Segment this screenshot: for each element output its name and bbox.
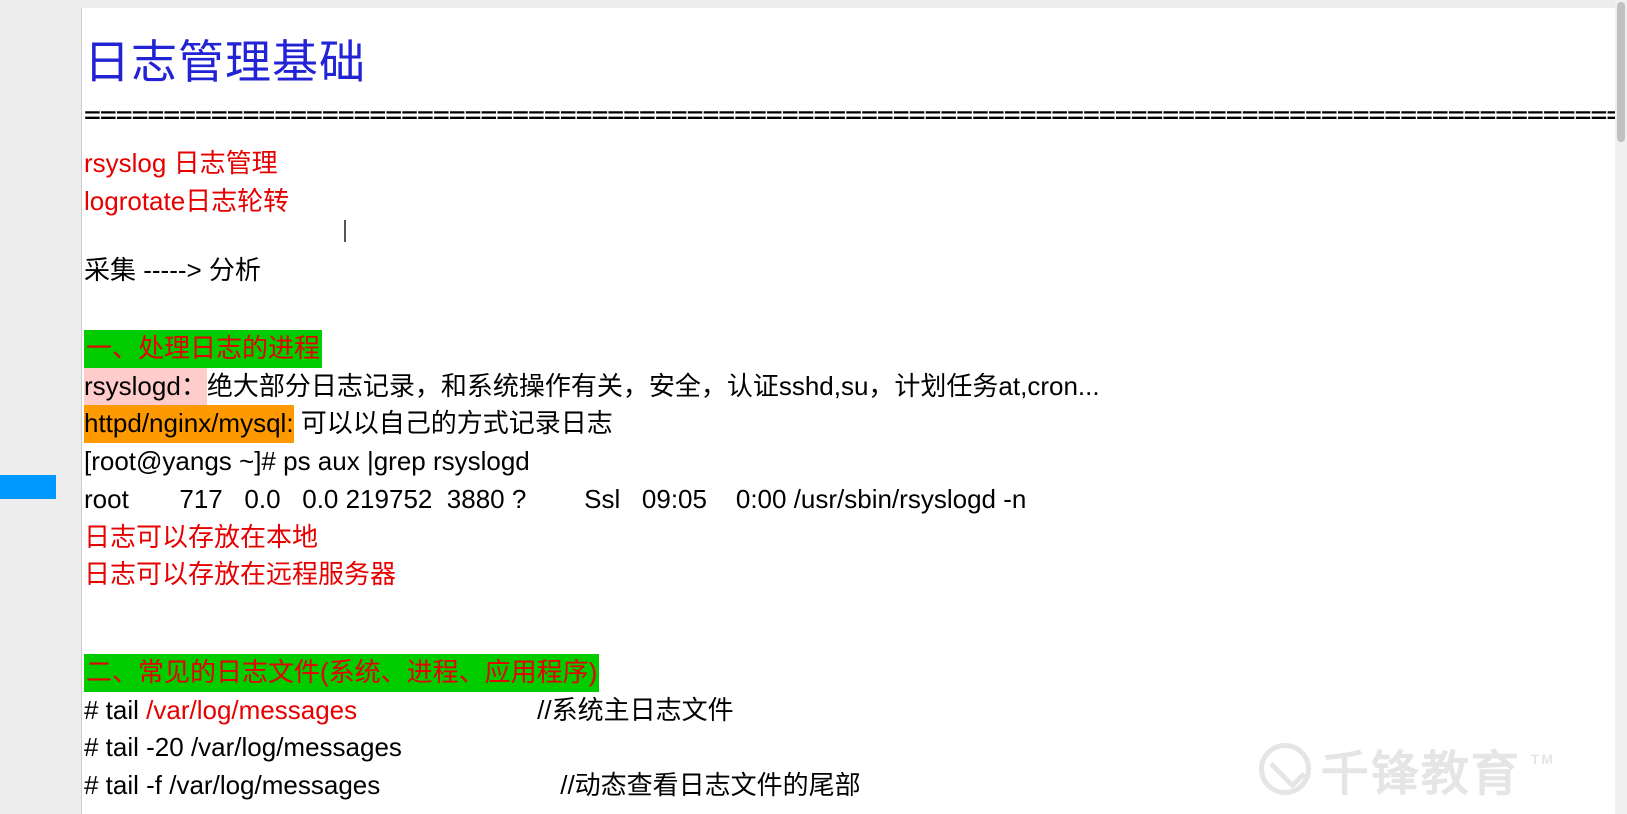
note-line-2: 日志可以存放在远程服务器: [84, 556, 1615, 594]
section-2-heading: 二、常见的日志文件(系统、进程、应用程序): [84, 654, 599, 692]
text-cursor-icon: [344, 220, 346, 242]
watermark: 千锋教育 TM: [1259, 734, 1555, 804]
cmd-line-2: root 717 0.0 0.0 219752 3880 ? Ssl 09:05…: [84, 481, 1615, 519]
intro-line-2: logrotate日志轮转: [84, 183, 1615, 221]
watermark-logo-icon: [1259, 743, 1311, 795]
document-page[interactable]: 日志管理基础 =================================…: [81, 8, 1615, 814]
document-wrapper: 日志管理基础 =================================…: [56, 0, 1615, 814]
watermark-tm: TM: [1531, 751, 1555, 767]
divider-line: ========================================…: [84, 98, 1615, 131]
scrollbar-thumb[interactable]: [1617, 2, 1625, 142]
watermark-text: 千锋教育: [1321, 734, 1521, 804]
tail1-prefix: # tail: [84, 695, 146, 725]
tail1-comment: //系统主日志文件: [537, 692, 733, 730]
intro-line-1: rsyslog 日志管理: [84, 145, 1615, 183]
tail-row-1: # tail /var/log/messages //系统主日志文件: [84, 692, 1615, 730]
rsyslogd-line: rsyslogd：绝大部分日志记录，和系统操作有关，安全，认证sshd,su，计…: [84, 368, 1615, 406]
tail3-comment: //动态查看日志文件的尾部: [560, 767, 860, 805]
rsyslogd-label: rsyslogd：: [84, 368, 207, 406]
cmd-line-1: [root@yangs ~]# ps aux |grep rsyslogd: [84, 443, 1615, 481]
document-content: 日志管理基础 =================================…: [82, 26, 1615, 805]
tail1-path: /var/log/messages: [146, 695, 357, 725]
httpd-desc: 可以以自己的方式记录日志: [294, 408, 613, 438]
section-1: 一、处理日志的进程: [84, 330, 1615, 368]
page-title: 日志管理基础: [84, 26, 1615, 92]
section-2: 二、常见的日志文件(系统、进程、应用程序): [84, 654, 1615, 692]
left-margin-gutter: [0, 0, 56, 814]
note-line-1: 日志可以存放在本地: [84, 519, 1615, 557]
scrollbar-track[interactable]: [1615, 0, 1627, 814]
tail3-cmd: # tail -f /var/log/messages: [84, 770, 380, 800]
intro-flow: 采集 -----> 分析: [84, 252, 1615, 290]
current-line-marker: [0, 475, 56, 499]
httpd-line: httpd/nginx/mysql: 可以以自己的方式记录日志: [84, 405, 1615, 443]
httpd-label: httpd/nginx/mysql:: [84, 405, 294, 443]
rsyslogd-desc: 绝大部分日志记录，和系统操作有关，安全，认证sshd,su，计划任务at,cro…: [207, 371, 1100, 401]
section-1-heading: 一、处理日志的进程: [84, 330, 322, 368]
